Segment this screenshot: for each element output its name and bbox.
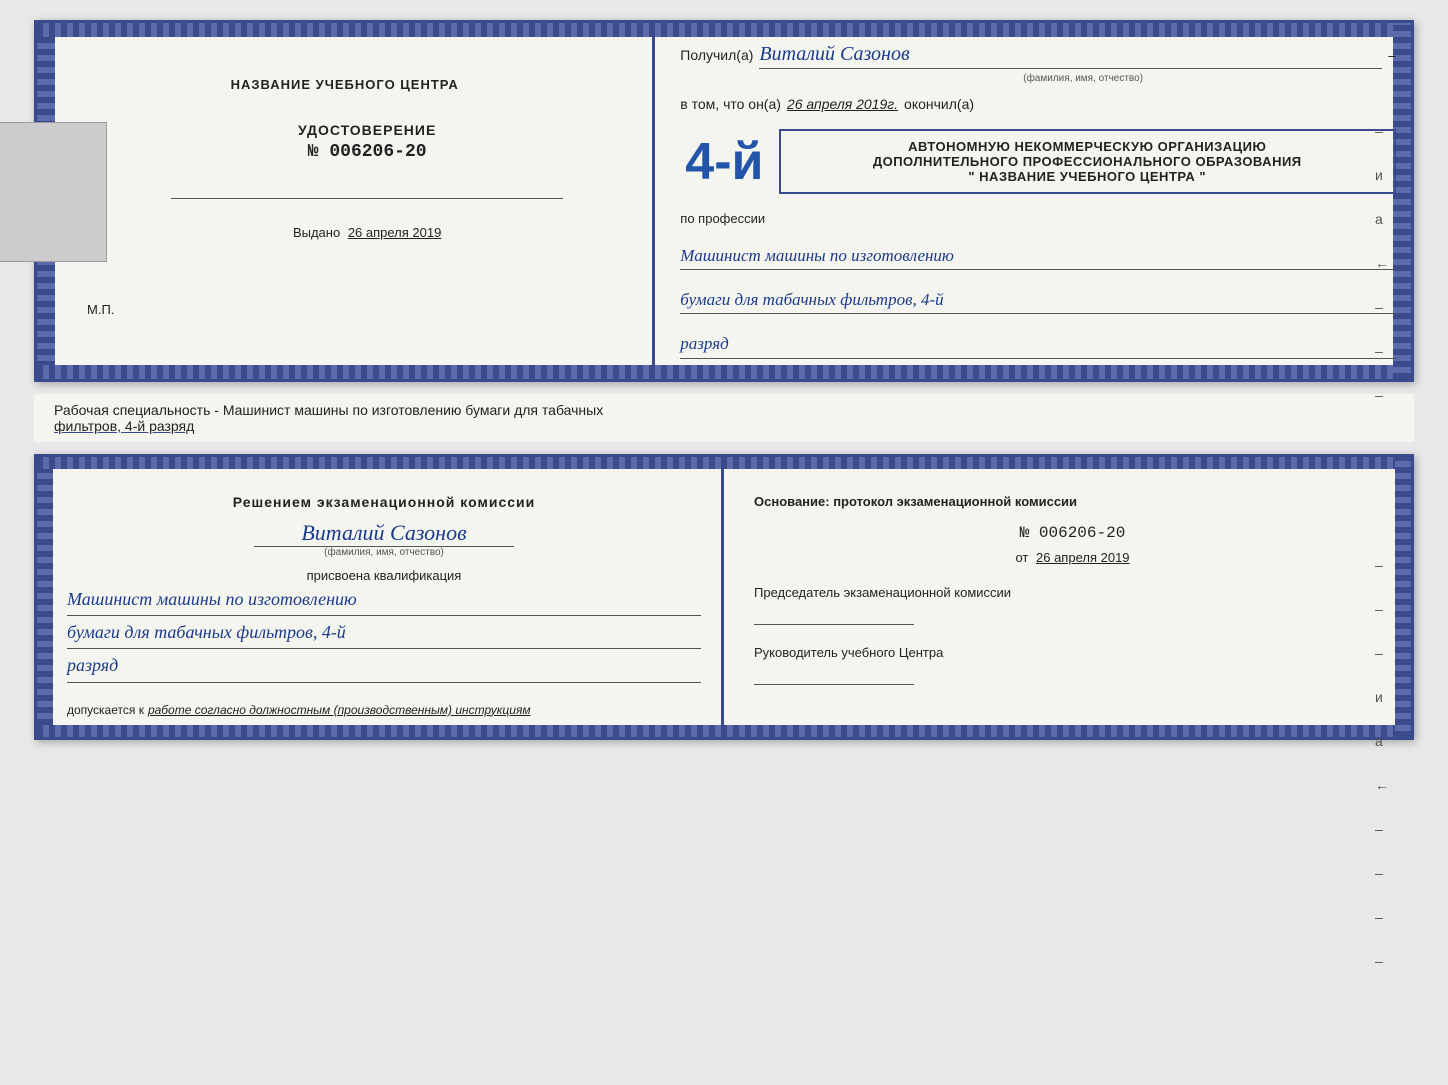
cert-right-page: Получил(а) Виталий Сазонов – (фамилия, и… bbox=[655, 23, 1411, 379]
qual-line-3: разряд bbox=[67, 649, 701, 682]
predsedatel-signature bbox=[754, 605, 914, 625]
dash-4: ← bbox=[1375, 255, 1389, 271]
middle-band: Рабочая специальность - Машинист машины … bbox=[34, 394, 1414, 442]
middle-text-line1: Рабочая специальность - Машинист машины … bbox=[54, 402, 603, 418]
dash-7: – bbox=[1375, 387, 1389, 403]
vydano-date: 26 апреля 2019 bbox=[348, 225, 442, 240]
recipient-hint: (фамилия, имя, отчество) bbox=[770, 73, 1396, 84]
prisvoena-label: присвоена квалификация bbox=[67, 568, 701, 583]
vydano-label: Выдано bbox=[293, 225, 340, 240]
dash-6: – bbox=[1375, 343, 1389, 359]
center-title: НАЗВАНИЕ УЧЕБНОГО ЦЕНТРА bbox=[231, 77, 459, 92]
ot-date-value: 26 апреля 2019 bbox=[1036, 550, 1130, 565]
bottom-name-hint: (фамилия, имя, отчество) bbox=[67, 547, 701, 558]
big-number: 4-й bbox=[685, 136, 763, 188]
rukovoditel-signature bbox=[754, 665, 914, 685]
qual-line-1: Машинист машины по изготовлению bbox=[67, 583, 701, 616]
vtom-label: в том, что он(а) bbox=[680, 96, 781, 112]
dash-1: – bbox=[1388, 47, 1396, 63]
bottom-certificate-spread: Решением экзаменационной комиссии Витали… bbox=[34, 454, 1414, 740]
org-line-2: ДОПОЛНИТЕЛЬНОГО ПРОФЕССИОНАЛЬНОГО ОБРАЗО… bbox=[793, 154, 1382, 169]
poluchil-label: Получил(а) bbox=[680, 47, 753, 63]
udostoverenie-block: УДОСТОВЕРЕНИЕ № 006206-20 bbox=[298, 122, 436, 162]
mp-label: М.П. bbox=[87, 302, 114, 317]
dash-5: – bbox=[1375, 299, 1389, 315]
udostoverenie-number: № 006206-20 bbox=[298, 142, 436, 162]
cert-left-page: НАЗВАНИЕ УЧЕБНОГО ЦЕНТРА УДОСТОВЕРЕНИЕ №… bbox=[37, 23, 655, 379]
top-certificate-spread: НАЗВАНИЕ УЧЕБНОГО ЦЕНТРА УДОСТОВЕРЕНИЕ №… bbox=[34, 20, 1414, 382]
protocol-number: № 006206-20 bbox=[754, 524, 1391, 542]
bottom-left-content: Решением экзаменационной комиссии Витали… bbox=[67, 494, 701, 717]
bottom-dash-decorations: – – – и а ← – – – – bbox=[1375, 557, 1389, 969]
profession-line-2: бумаги для табачных фильтров, 4-й bbox=[680, 286, 1396, 314]
profession-line-1: Машинист машины по изготовлению bbox=[680, 242, 1396, 270]
org-section: 4-й АВТОНОМНУЮ НЕКОММЕРЧЕСКУЮ ОРГАНИЗАЦИ… bbox=[680, 124, 1396, 199]
org-block: АВТОНОМНУЮ НЕКОММЕРЧЕСКУЮ ОРГАНИЗАЦИЮ ДО… bbox=[779, 129, 1396, 194]
rukovoditel-label: Руководитель учебного Центра bbox=[754, 645, 1391, 660]
udostoverenie-label: УДОСТОВЕРЕНИЕ bbox=[298, 122, 436, 138]
predsedatel-label: Председатель экзаменационной комиссии bbox=[754, 585, 1391, 600]
name-line-bottom: Виталий Сазонов bbox=[67, 520, 701, 547]
po-professii-label: по профессии bbox=[680, 211, 1396, 226]
dash-1: – bbox=[1375, 123, 1389, 139]
bottom-name: Виталий Сазонов bbox=[254, 520, 514, 547]
bottom-right-page: Основание: протокол экзаменационной коми… bbox=[724, 457, 1411, 737]
org-line-1: АВТОНОМНУЮ НЕКОММЕРЧЕСКУЮ ОРГАНИЗАЦИЮ bbox=[793, 139, 1382, 154]
poluchil-line: Получил(а) Виталий Сазонов – bbox=[680, 43, 1396, 69]
photo-placeholder bbox=[0, 122, 107, 262]
okonchil-label: окончил(а) bbox=[904, 96, 974, 112]
dopuskaetsya-line: допускается к работе согласно должностны… bbox=[67, 703, 701, 717]
ot-date: от 26 апреля 2019 bbox=[754, 550, 1391, 565]
dash-2: и bbox=[1375, 167, 1389, 183]
ot-label: от bbox=[1015, 550, 1028, 565]
resheniem-title: Решением экзаменационной комиссии bbox=[67, 494, 701, 510]
vydano-line: Выдано 26 апреля 2019 bbox=[293, 225, 441, 240]
vtom-line: в том, что он(а) 26 апреля 2019г. окончи… bbox=[680, 96, 1396, 112]
org-line-3: " НАЗВАНИЕ УЧЕБНОГО ЦЕНТРА " bbox=[793, 169, 1382, 184]
cert-left-inner: НАЗВАНИЕ УЧЕБНОГО ЦЕНТРА УДОСТОВЕРЕНИЕ №… bbox=[57, 67, 632, 327]
vtom-date: 26 апреля 2019г. bbox=[787, 96, 898, 112]
dash-3: а bbox=[1375, 211, 1389, 227]
qual-line-2: бумаги для табачных фильтров, 4-й bbox=[67, 616, 701, 649]
middle-text-line2: фильтров, 4-й разряд bbox=[54, 418, 194, 434]
dopuskaetsya-prefix: допускается к bbox=[67, 703, 144, 717]
dash-decorations-right: – и а ← – – – bbox=[1375, 123, 1389, 403]
osnovanie-label: Основание: протокол экзаменационной коми… bbox=[754, 494, 1391, 509]
recipient-name: Виталий Сазонов bbox=[759, 43, 1382, 69]
profession-line-3: разряд bbox=[680, 330, 1396, 358]
bottom-left-page: Решением экзаменационной комиссии Витали… bbox=[37, 457, 724, 737]
bottom-right-content: Основание: протокол экзаменационной коми… bbox=[754, 494, 1391, 685]
dopuskaetsya-text: работе согласно должностным (производств… bbox=[148, 703, 531, 717]
